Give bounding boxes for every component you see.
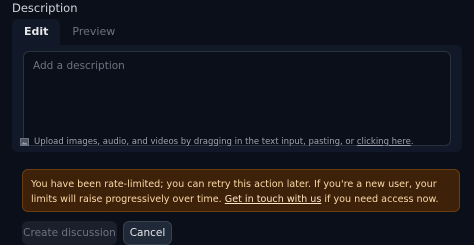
editor-tabs: Edit Preview <box>12 19 462 45</box>
upload-hint-text: Upload images, audio, and videos by drag… <box>34 137 414 147</box>
new-discussion-form: Description Edit Preview Add a descripti… <box>0 0 474 245</box>
contact-link[interactable]: Get in touch with us <box>225 194 322 205</box>
upload-hint: Upload images, audio, and videos by drag… <box>20 137 414 147</box>
cancel-button[interactable]: Cancel <box>123 221 172 245</box>
description-label: Description <box>12 1 78 15</box>
description-textarea[interactable]: Add a description <box>23 51 451 146</box>
image-icon <box>20 138 29 146</box>
upload-link[interactable]: clicking here <box>357 137 411 147</box>
create-discussion-button[interactable]: Create discussion <box>22 221 117 245</box>
editor-panel: Add a description Upload images, audio, … <box>12 45 462 152</box>
description-placeholder: Add a description <box>33 60 125 72</box>
rate-limit-alert: You have been rate-limited; you can retr… <box>22 169 460 212</box>
tab-preview[interactable]: Preview <box>60 19 127 45</box>
tab-edit[interactable]: Edit <box>12 19 61 45</box>
alert-text-suffix: if you need access now. <box>324 194 439 205</box>
